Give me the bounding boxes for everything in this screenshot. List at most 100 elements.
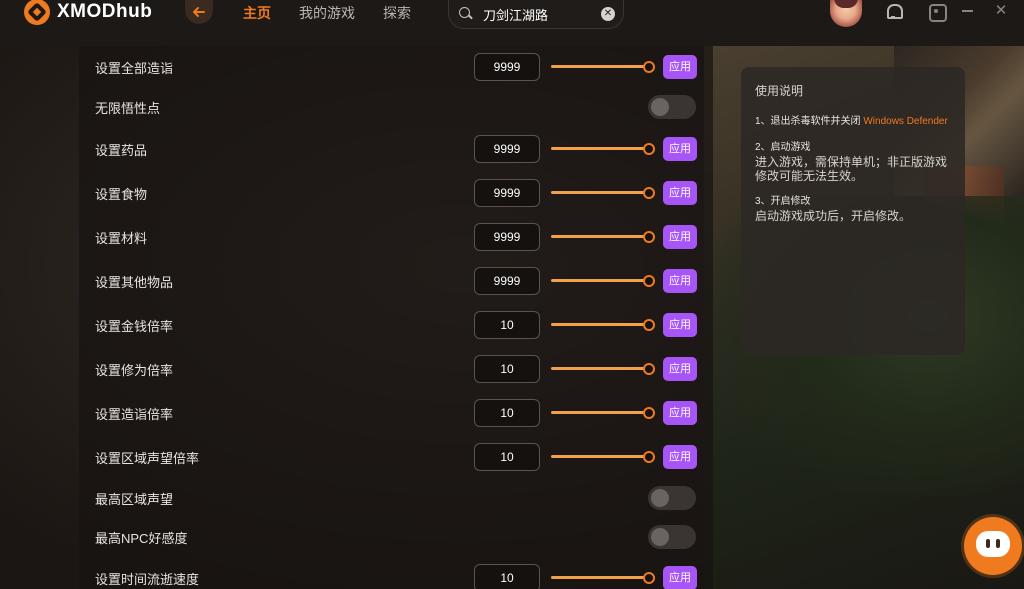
mod-row: 设置造诣倍率 10 应用	[79, 398, 713, 428]
mod-list-panel: 设置全部造诣 9999 应用 无限悟性点 设置药品 9999 应用 设置食物 9…	[79, 46, 713, 589]
value-input[interactable]: 9999	[474, 135, 540, 163]
toggle-switch[interactable]	[648, 95, 696, 119]
value-slider[interactable]	[551, 363, 655, 375]
mod-row: 最高NPC好感度	[79, 525, 713, 549]
value-slider[interactable]	[551, 231, 655, 243]
logo-icon	[24, 0, 50, 25]
clear-icon[interactable]: ✕	[601, 7, 615, 21]
step-highlight: Windows Defender	[863, 116, 948, 127]
mod-label: 设置金钱倍率	[95, 318, 174, 334]
nav-my-games[interactable]: 我的游戏	[299, 3, 355, 23]
instructions-title: 使用说明	[755, 84, 804, 98]
slider-knob[interactable]	[643, 319, 655, 331]
value-input[interactable]: 10	[474, 564, 540, 589]
mod-label: 设置时间流逝速度	[95, 571, 200, 587]
top-bar: XMODhub 主页 我的游戏 探索 刀剑江湖路 ✕ ✕	[0, 0, 1024, 46]
mod-row: 设置修为倍率 10 应用	[79, 354, 713, 384]
app-logo[interactable]: XMODhub	[24, 0, 153, 25]
mascot-icon[interactable]	[964, 517, 1022, 575]
slider-knob[interactable]	[643, 61, 655, 73]
search-icon	[457, 5, 475, 23]
value-input[interactable]: 9999	[474, 223, 540, 251]
search-bar[interactable]: 刀剑江湖路 ✕	[448, 0, 624, 29]
apply-button[interactable]: 应用	[663, 269, 697, 293]
mod-label: 设置其他物品	[95, 274, 174, 290]
instructions-card: 使用说明 1、退出杀毒软件并关闭 Windows Defender 2、启动游戏…	[741, 67, 965, 355]
mascot-face	[976, 531, 1010, 557]
toggle-switch[interactable]	[648, 525, 696, 549]
minimize-icon[interactable]	[957, 0, 979, 22]
search-input[interactable]: 刀剑江湖路	[483, 5, 601, 24]
mod-row: 设置时间流逝速度 10 应用	[79, 563, 713, 589]
mod-label: 设置全部造诣	[95, 60, 174, 76]
bell-icon[interactable]	[882, 0, 904, 22]
step-heading: 3、开启修改	[755, 196, 811, 207]
slider-knob[interactable]	[643, 407, 655, 419]
mod-row: 设置金钱倍率 10 应用	[79, 310, 713, 340]
apply-button[interactable]: 应用	[663, 181, 697, 205]
toggle-switch[interactable]	[648, 486, 696, 510]
logo-text: XMODhub	[57, 1, 153, 22]
slider-knob[interactable]	[643, 231, 655, 243]
back-button[interactable]	[185, 0, 213, 24]
apply-button[interactable]: 应用	[663, 225, 697, 249]
mod-row: 设置其他物品 9999 应用	[79, 266, 713, 296]
slider-knob[interactable]	[643, 275, 655, 287]
mod-label: 设置修为倍率	[95, 362, 174, 378]
mod-label: 无限悟性点	[95, 100, 161, 116]
slider-knob[interactable]	[643, 187, 655, 199]
step-body: 启动游戏成功后，开启修改。	[755, 209, 912, 223]
mod-label: 最高NPC好感度	[95, 530, 188, 546]
apply-button[interactable]: 应用	[663, 313, 697, 337]
value-input[interactable]: 9999	[474, 267, 540, 295]
slider-knob[interactable]	[643, 363, 655, 375]
apply-button[interactable]: 应用	[663, 55, 697, 79]
close-icon[interactable]: ✕	[990, 0, 1012, 22]
apply-button[interactable]: 应用	[663, 566, 697, 589]
value-slider[interactable]	[551, 319, 655, 331]
value-input[interactable]: 10	[474, 355, 540, 383]
mod-label: 设置食物	[95, 186, 148, 202]
mod-label: 设置造诣倍率	[95, 406, 174, 422]
slider-knob[interactable]	[643, 451, 655, 463]
mod-label: 设置区域声望倍率	[95, 450, 200, 466]
mod-row: 设置药品 9999 应用	[79, 134, 713, 164]
instruction-step: 2、启动游戏 进入游戏，需保持单机；非正版游戏修改可能无法生效。	[755, 141, 951, 183]
mod-row: 设置区域声望倍率 10 应用	[79, 442, 713, 472]
step-body: 进入游戏，需保持单机；非正版游戏修改可能无法生效。	[755, 155, 948, 183]
value-input[interactable]: 9999	[474, 179, 540, 207]
main-nav: 主页 我的游戏 探索	[243, 3, 411, 23]
value-slider[interactable]	[551, 143, 655, 155]
mod-label: 设置药品	[95, 142, 148, 158]
step-heading: 1、退出杀毒软件并关闭	[755, 116, 861, 127]
value-slider[interactable]	[551, 275, 655, 287]
mod-row: 无限悟性点	[79, 95, 713, 119]
value-input[interactable]: 10	[474, 311, 540, 339]
value-input[interactable]: 10	[474, 443, 540, 471]
apply-button[interactable]: 应用	[663, 357, 697, 381]
slider-knob[interactable]	[643, 572, 655, 584]
mod-row: 最高区域声望	[79, 486, 713, 510]
value-slider[interactable]	[551, 187, 655, 199]
value-slider[interactable]	[551, 61, 655, 73]
apply-button[interactable]: 应用	[663, 445, 697, 469]
step-heading: 2、启动游戏	[755, 142, 811, 153]
settings-icon[interactable]	[925, 0, 947, 22]
value-input[interactable]: 9999	[474, 53, 540, 81]
value-slider[interactable]	[551, 572, 655, 584]
mod-row: 设置材料 9999 应用	[79, 222, 713, 252]
value-slider[interactable]	[551, 451, 655, 463]
nav-explore[interactable]: 探索	[383, 3, 411, 23]
apply-button[interactable]: 应用	[663, 137, 697, 161]
slider-knob[interactable]	[643, 143, 655, 155]
nav-home[interactable]: 主页	[243, 3, 271, 23]
apply-button[interactable]: 应用	[663, 401, 697, 425]
value-input[interactable]: 10	[474, 399, 540, 427]
mascot-eye	[986, 539, 990, 548]
value-slider[interactable]	[551, 407, 655, 419]
mascot-eye	[996, 539, 1000, 548]
mod-row: 设置全部造诣 9999 应用	[79, 52, 713, 82]
avatar[interactable]	[830, 0, 862, 27]
instruction-step: 1、退出杀毒软件并关闭 Windows Defender	[755, 115, 951, 129]
mod-row: 设置食物 9999 应用	[79, 178, 713, 208]
